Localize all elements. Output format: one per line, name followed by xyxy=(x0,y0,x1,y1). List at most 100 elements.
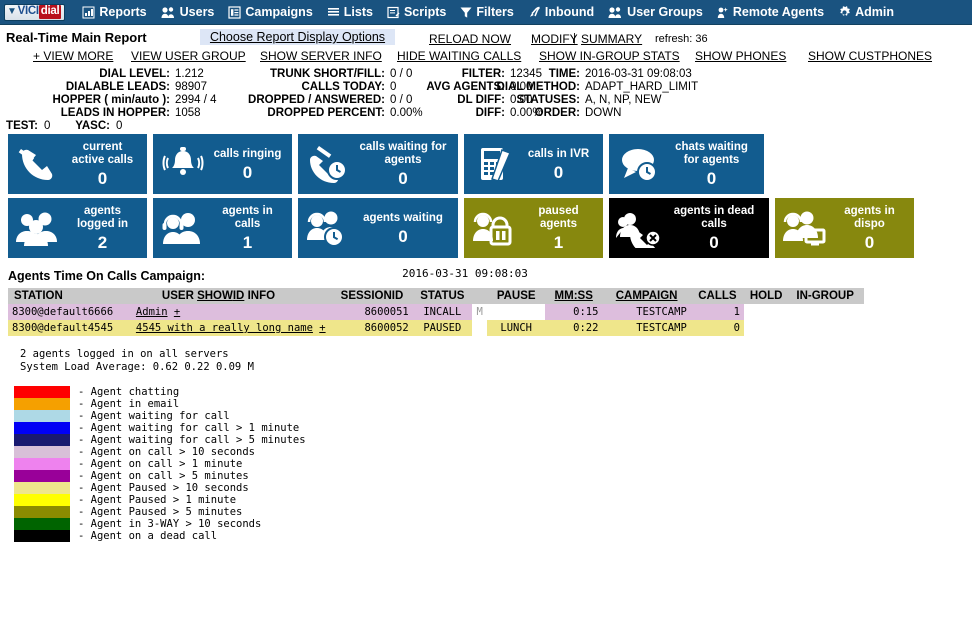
campaign-list-icon xyxy=(228,5,241,19)
legend-swatch-waiting-5min xyxy=(14,434,70,446)
legend-item: - Agent Paused > 1 minute xyxy=(14,494,972,506)
show-phones-link[interactable]: SHOW PHONES xyxy=(695,49,786,63)
legend-item: - Agent waiting for call > 1 minute xyxy=(14,422,972,434)
card-calls-waiting-for-agents[interactable]: calls waiting for agents 0 xyxy=(298,134,458,194)
card-agents-in-calls[interactable]: agents in calls 1 xyxy=(153,198,292,258)
nav-label-remote-agents: Remote Agents xyxy=(732,5,825,19)
cell-station: 8300@default6666 xyxy=(8,304,132,320)
col-info-label: INFO xyxy=(247,290,276,302)
cell-station: 8300@default4545 xyxy=(8,320,132,336)
user-expand-plus[interactable]: + xyxy=(174,306,180,318)
cell-in-group xyxy=(788,304,864,320)
card-calls-in-ivr[interactable]: calls in IVR 0 xyxy=(464,134,603,194)
table-row[interactable]: 8300@default4545 4545 with a really long… xyxy=(8,320,864,336)
col-hold: HOLD xyxy=(743,288,789,304)
col-calls: CALLS xyxy=(690,288,744,304)
col-user-label[interactable]: USER xyxy=(162,290,194,302)
legend-label: - Agent waiting for call > 5 minutes xyxy=(78,434,306,446)
card-agents-in-dead-calls[interactable]: agents in dead calls 0 xyxy=(609,198,769,258)
user-groups-icon xyxy=(608,6,623,19)
stat-label-dial-level: DIAL LEVEL: xyxy=(99,68,170,80)
ivr-keypad-icon xyxy=(468,144,520,184)
col-mmss[interactable]: MM:SS xyxy=(544,288,603,304)
card-value: 0 xyxy=(398,226,408,246)
view-user-group-link[interactable]: VIEW USER GROUP xyxy=(131,49,246,63)
cell-hold xyxy=(743,320,789,336)
nav-item-campaigns[interactable]: Campaigns xyxy=(221,0,319,25)
legend-swatch-dead-call xyxy=(14,530,70,542)
hide-waiting-calls-link[interactable]: HIDE WAITING CALLS xyxy=(397,49,521,63)
nav-item-inbound[interactable]: Inbound xyxy=(521,0,601,25)
nav-item-reports[interactable]: Reports xyxy=(75,0,153,25)
nav-label-reports: Reports xyxy=(99,5,147,19)
user-link[interactable]: Admin xyxy=(136,306,168,318)
card-label: current active calls xyxy=(71,141,134,166)
cell-user[interactable]: 4545 with a really long name + xyxy=(131,320,332,336)
chat-clock-icon xyxy=(613,144,665,184)
card-chats-waiting-for-agents[interactable]: chats waiting for agents 0 xyxy=(609,134,764,194)
legend-item: - Agent chatting xyxy=(14,386,972,398)
nav-label-scripts: Scripts xyxy=(403,5,447,19)
card-agents-waiting[interactable]: agents waiting 0 xyxy=(298,198,458,258)
stat-label-dropped-answered: DROPPED / ANSWERED: xyxy=(248,94,385,106)
cell-pause xyxy=(487,304,545,320)
stat-label-trunk-short-fill: TRUNK SHORT/FILL: xyxy=(270,68,385,80)
legend-label: - Agent chatting xyxy=(78,386,180,398)
summary-link[interactable]: SUMMARY xyxy=(581,32,642,46)
show-in-group-stats-link[interactable]: SHOW IN-GROUP STATS xyxy=(539,49,680,63)
col-user-showid-info[interactable]: USER SHOWID INFO xyxy=(131,288,332,304)
col-show-label[interactable]: SHOW xyxy=(197,290,233,302)
stat-label-leads-in-hopper: LEADS IN HOPPER: xyxy=(60,107,170,119)
stat-value-yasc: 0 xyxy=(116,120,123,132)
card-label: agents in dead calls xyxy=(673,205,755,230)
stat-label-time: TIME: xyxy=(548,68,580,80)
legend-label: - Agent on call > 10 seconds xyxy=(78,446,256,458)
nav-item-filters[interactable]: Filters xyxy=(453,0,521,25)
user-expand-plus[interactable]: + xyxy=(319,322,325,334)
legend-swatch-agent-in-email xyxy=(14,398,70,410)
cell-mmss: 0:15 xyxy=(544,304,603,320)
col-mmss-label[interactable]: MM:SS xyxy=(555,290,593,302)
show-custphones-link[interactable]: SHOW CUSTPHONES xyxy=(808,49,932,63)
nav-item-admin[interactable]: Admin xyxy=(831,0,901,25)
nav-item-lists[interactable]: Lists xyxy=(320,0,380,25)
show-server-info-link[interactable]: SHOW SERVER INFO xyxy=(260,49,382,63)
user-link[interactable]: 4545 with a really long name xyxy=(136,322,313,334)
cell-campaign: TESTCAMP xyxy=(602,304,691,320)
card-current-active-calls[interactable]: current active calls 0 xyxy=(8,134,147,194)
card-text: agents in dispo 0 xyxy=(831,205,908,251)
header-links-row: + VIEW MORE VIEW USER GROUP SHOW SERVER … xyxy=(0,47,972,66)
funnel-filter-icon xyxy=(460,6,472,19)
card-agents-logged-in[interactable]: agents logged in 2 xyxy=(8,198,147,258)
col-campaign[interactable]: CAMPAIGN xyxy=(602,288,691,304)
cell-status: INCALL xyxy=(412,304,472,320)
legend-label: - Agent on call > 5 minutes xyxy=(78,470,249,482)
card-value: 1 xyxy=(242,233,253,252)
col-flag xyxy=(471,288,488,304)
color-legend: - Agent chatting - Agent in email - Agen… xyxy=(0,386,972,542)
nav-item-users[interactable]: Users xyxy=(154,0,222,25)
cell-user[interactable]: Admin + xyxy=(131,304,332,320)
card-paused-agents[interactable]: paused agents 1 xyxy=(464,198,603,258)
metric-cards-row-2: agents logged in 2 agents in calls 1 age… xyxy=(0,198,972,258)
table-row[interactable]: 8300@default6666 Admin + 8600051 INCALL … xyxy=(8,304,864,320)
report-chart-icon xyxy=(82,6,95,19)
col-campaign-label[interactable]: CAMPAIGN xyxy=(616,290,678,302)
vicidial-realtime-report-page: ▼ VICI dial Reports Users Campaigns Lists xyxy=(0,0,972,638)
choose-report-display-options-link[interactable]: Choose Report Display Options xyxy=(200,29,395,45)
card-calls-ringing[interactable]: calls ringing 0 xyxy=(153,134,292,194)
card-agents-in-dispo[interactable]: agents in dispo 0 xyxy=(775,198,914,258)
nav-item-scripts[interactable]: Scripts xyxy=(380,0,453,25)
nav-label-user-groups: User Groups xyxy=(627,5,703,19)
view-more-link[interactable]: + VIEW MORE xyxy=(33,49,113,63)
reload-now-link[interactable]: RELOAD NOW xyxy=(429,32,511,46)
col-id-label[interactable]: ID xyxy=(233,290,245,302)
stat-value-order: DOWN xyxy=(585,107,622,119)
nav-item-remote-agents[interactable]: Remote Agents xyxy=(710,0,831,25)
top-navigation-bar: ▼ VICI dial Reports Users Campaigns Lists xyxy=(0,0,972,25)
col-status: STATUS xyxy=(412,288,472,304)
nav-item-user-groups[interactable]: User Groups xyxy=(601,0,710,25)
cell-sessionid: 8600051 xyxy=(331,304,413,320)
vicidial-logo[interactable]: ▼ VICI dial xyxy=(4,3,66,21)
modify-link[interactable]: MODIFY xyxy=(531,32,578,46)
